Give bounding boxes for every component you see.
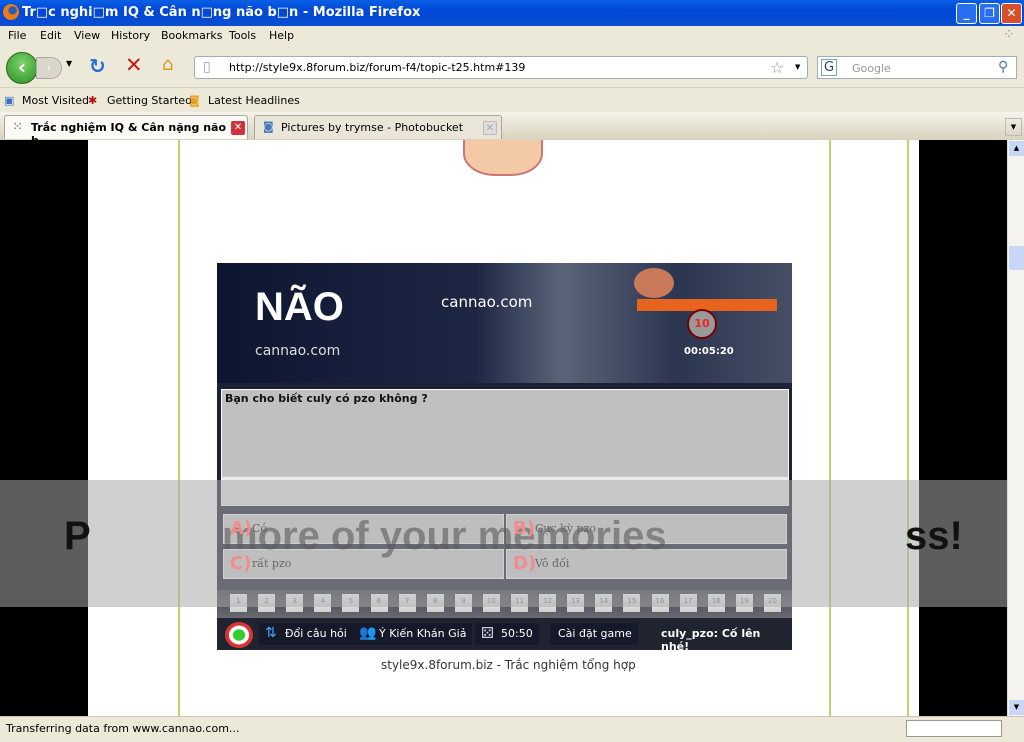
game-banner: NÃO cannao.com cannao.com 10 00:05:20 <box>217 263 792 383</box>
throbber-icon: ⁘ <box>1003 27 1015 43</box>
home-icon[interactable]: ⌂ <box>162 54 173 75</box>
back-button[interactable]: ‹ <box>6 52 38 84</box>
menu-history[interactable]: History <box>111 29 150 42</box>
history-dropdown-icon[interactable]: ▼ <box>66 59 72 68</box>
url-bar[interactable]: ▯ http://style9x.8forum.biz/forum-f4/top… <box>194 56 808 79</box>
tab-close-icon[interactable]: ✕ <box>231 121 245 135</box>
change-question-button[interactable]: ⇅ Đổi câu hỏi <box>259 623 353 645</box>
navigation-toolbar: ‹ › ▼ ↻ ✕ ⌂ ▯ http://style9x.8forum.biz/… <box>0 27 1024 87</box>
progress-bar <box>906 720 1002 737</box>
maximize-button[interactable]: ❐ <box>979 3 1000 24</box>
answer-text: Có <box>252 522 268 535</box>
brain-icon <box>634 268 674 298</box>
button-label: Cài đặt game <box>558 627 632 640</box>
tab-bar: ⁙ Trắc nghiệm IQ & Cân nặng não b... ✕ ◙… <box>0 112 1024 147</box>
watermark-text: more of your memories <box>222 514 667 558</box>
watermark-text: ss! <box>905 514 963 558</box>
url-dropdown-icon[interactable]: ▼ <box>795 63 800 71</box>
question-text: Bạn cho biết culy có pzo không ? <box>225 392 428 405</box>
tab-close-icon[interactable]: ✕ <box>483 121 497 135</box>
button-label: Đổi câu hỏi <box>285 627 347 640</box>
watermark-text: P <box>64 514 91 558</box>
scroll-up-button[interactable]: ▲ <box>1009 141 1024 156</box>
tab-active[interactable]: ⁙ Trắc nghiệm IQ & Cân nặng não b... ✕ <box>4 115 248 147</box>
ask-audience-button[interactable]: 👥 Ý Kiến Khán Giả <box>353 623 473 645</box>
search-engine-icon[interactable]: G <box>821 59 838 76</box>
button-label: 50:50 <box>501 627 533 640</box>
search-box[interactable]: G Google ⚲ <box>817 56 1017 79</box>
game-logo: NÃO <box>255 285 344 329</box>
fifty-fifty-button[interactable]: ⚄ 50:50 <box>475 623 539 645</box>
answer-letter: D) <box>513 553 537 574</box>
page-content: NÃO cannao.com cannao.com 10 00:05:20 Bạ… <box>0 140 1007 716</box>
scroll-down-button[interactable]: ▼ <box>1009 700 1024 715</box>
avatar-emoticon <box>463 140 543 176</box>
answer-letter: C) <box>230 553 252 574</box>
tab-label: Pictures by trymse - Photobucket <box>281 121 464 134</box>
question-number: 10 <box>687 309 717 339</box>
window-title: Tr□c nghi□m IQ & Cân n□ng não b□n - Mozi… <box>22 5 421 20</box>
menu-bar: File Edit View History Bookmarks Tools H… <box>0 26 1024 47</box>
page-icon: ▯ <box>203 59 211 75</box>
timer: 00:05:20 <box>684 346 734 357</box>
photobucket-watermark: P more of your memories ss! <box>0 480 1007 607</box>
menu-file[interactable]: File <box>8 29 26 42</box>
scroll-thumb[interactable] <box>1009 246 1024 270</box>
url-text[interactable]: http://style9x.8forum.biz/forum-f4/topic… <box>229 61 525 74</box>
bookmark-latest-headlines[interactable]: Latest Headlines <box>208 94 300 107</box>
reload-icon[interactable]: ↻ <box>89 54 106 78</box>
bookmark-star-icon[interactable]: ☆ <box>770 58 784 77</box>
minimize-button[interactable]: _ <box>956 3 977 24</box>
swap-icon: ⇅ <box>265 625 277 641</box>
site-label: cannao.com <box>441 293 533 311</box>
answer-letter: B) <box>513 518 535 539</box>
close-button[interactable]: ✕ <box>1001 3 1022 24</box>
divider <box>907 140 909 716</box>
menu-tools[interactable]: Tools <box>229 29 256 42</box>
tab-list-button[interactable]: ▼ <box>1005 118 1022 136</box>
game-toolbar: ⇅ Đổi câu hỏi 👥 Ý Kiến Khán Giả ⚄ 50:50 Cài… <box>217 618 792 650</box>
button-label: Ý Kiến Khán Giả <box>379 627 467 640</box>
answer-text: Vô đối <box>535 557 570 570</box>
menu-bookmarks[interactable]: Bookmarks <box>161 29 222 42</box>
answer-text: Cực kỳ pzo <box>535 522 596 535</box>
title-bar: Tr□c nghi□m IQ & Cân n□ng não b□n - Mozi… <box>0 0 1024 26</box>
tab-photobucket[interactable]: ◙ Pictures by trymse - Photobucket ✕ <box>254 115 502 139</box>
search-icon[interactable]: ⚲ <box>998 59 1008 75</box>
dice-icon: ⚄ <box>481 624 495 642</box>
getting-started-icon: ✱ <box>88 94 98 107</box>
game-caption: style9x.8forum.biz - Trắc nghiệm tổng hợ… <box>381 658 636 672</box>
stop-icon[interactable]: ✕ <box>125 53 143 77</box>
answer-letter: A) <box>230 518 253 539</box>
audience-icon: 👥 <box>359 625 377 641</box>
vertical-scrollbar[interactable]: ▲ ▼ <box>1007 140 1024 716</box>
bookmarks-toolbar: ▣ Most Visited ✱ Getting Started ◙ Lates… <box>0 87 1024 111</box>
bookmark-getting-started[interactable]: Getting Started <box>107 94 192 107</box>
settings-button[interactable]: Cài đặt game <box>550 623 638 645</box>
status-bar: Transferring data from www.cannao.com... <box>0 716 1024 742</box>
menu-help[interactable]: Help <box>269 29 294 42</box>
player-message: culy_pzo: Cố lên nhé! <box>661 627 761 650</box>
divider <box>178 140 180 716</box>
firefox-icon <box>3 4 19 20</box>
search-input[interactable]: Google <box>852 62 891 75</box>
most-visited-icon: ▣ <box>4 94 15 107</box>
status-text: Transferring data from www.cannao.com... <box>6 722 240 735</box>
bookmark-most-visited[interactable]: Most Visited <box>22 94 89 107</box>
answer-text: rất pzo <box>252 557 292 570</box>
loading-icon: ⁙ <box>13 120 23 133</box>
divider <box>829 140 831 716</box>
menu-view[interactable]: View <box>74 29 100 42</box>
menu-edit[interactable]: Edit <box>40 29 61 42</box>
forward-button[interactable]: › <box>36 57 62 79</box>
site-label: cannao.com <box>255 343 341 359</box>
photobucket-icon: ◙ <box>263 120 274 133</box>
lifebuoy-icon[interactable] <box>225 622 253 648</box>
rss-icon: ◙ <box>189 94 200 107</box>
